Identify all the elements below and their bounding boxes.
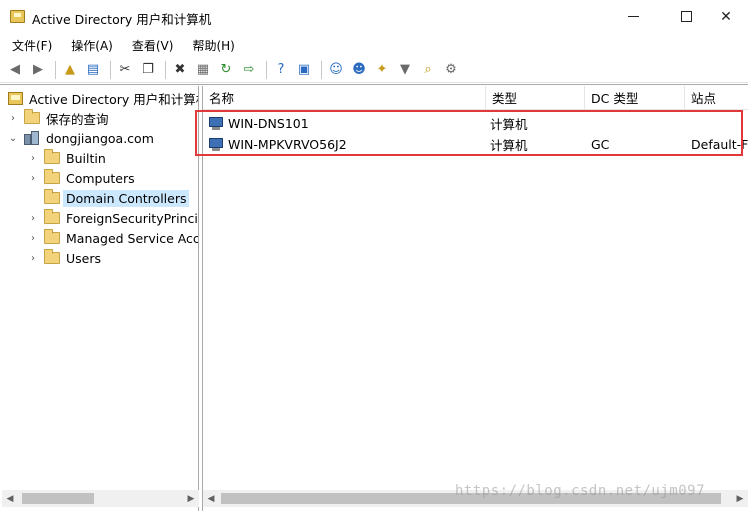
chevron-right-icon[interactable]: › (8, 113, 18, 124)
menu-action[interactable]: 操作(A) (71, 37, 113, 54)
ou-folder-icon (44, 189, 60, 204)
chevron-right-icon[interactable]: › (28, 253, 38, 264)
filter-icon[interactable]: ▼ (395, 60, 415, 80)
back-arrow-icon[interactable]: ◀ (5, 60, 25, 80)
delete-icon[interactable]: ✖ (170, 60, 190, 80)
tree-item-managed-service-accounts[interactable]: › Managed Service Accounts (28, 228, 198, 248)
toolbar: ◀ ▶ ▲ ▤ ✂ ❐ ✖ ▦ ↻ ⇨ ? ▣ ☺ ☻ ✦ ▼ ⌕ ⚙ (0, 57, 748, 83)
chevron-right-icon[interactable]: › (28, 213, 38, 224)
tree-horizontal-scrollbar[interactable]: ◀ ▶ (2, 490, 199, 507)
scrollbar-thumb[interactable] (22, 493, 94, 504)
scroll-left-icon[interactable]: ◀ (203, 490, 219, 507)
refresh-icon[interactable]: ↻ (216, 60, 236, 80)
new-ou-icon[interactable]: ✦ (372, 60, 392, 80)
row-name: WIN-DNS101 (228, 115, 309, 131)
tree-item-label: Managed Service Accounts (66, 230, 198, 246)
scroll-right-icon[interactable]: ▶ (732, 490, 748, 507)
up-folder-icon[interactable]: ▲ (60, 60, 80, 80)
add-group-icon[interactable]: ☻ (349, 60, 369, 80)
chevron-right-icon[interactable]: › (28, 233, 38, 244)
folder-icon (44, 229, 60, 244)
row-type: 计算机 (490, 116, 528, 132)
tree-item-domain[interactable]: ⌄ dongjiangoa.com (8, 128, 154, 148)
add-user-icon[interactable]: ☺ (326, 60, 346, 80)
tree-item-users[interactable]: › Users (28, 248, 101, 268)
properties-icon[interactable]: ▦ (193, 60, 213, 80)
watermark: https://blog.csdn.net/ujm097 (455, 483, 706, 499)
tree-root[interactable]: Active Directory 用户和计算机 (8, 88, 199, 108)
toolbar-separator (165, 60, 166, 79)
tree-item-label: dongjiangoa.com (46, 130, 154, 146)
ad-console-icon (8, 91, 23, 105)
window-title: Active Directory 用户和计算机 (32, 12, 212, 27)
tree-item-builtin[interactable]: › Builtin (28, 148, 106, 168)
cut-icon[interactable]: ✂ (115, 60, 135, 80)
computer-icon (208, 137, 224, 151)
table-row[interactable]: WIN-MPKVRVO56J2 计算机 GC Default-First-Sit… (203, 134, 748, 154)
menu-bar: 文件(F) 操作(A) 查看(V) 帮助(H) (0, 34, 748, 56)
scroll-right-icon[interactable]: ▶ (183, 490, 199, 507)
header-divider (203, 109, 748, 110)
chevron-right-icon[interactable]: › (28, 153, 38, 164)
tree-item-computers[interactable]: › Computers (28, 168, 135, 188)
menu-file[interactable]: 文件(F) (12, 37, 52, 54)
close-button[interactable]: ✕ (703, 0, 748, 33)
forward-arrow-icon[interactable]: ▶ (28, 60, 48, 80)
column-header-site[interactable]: 站点 (685, 86, 748, 109)
chevron-right-icon[interactable]: › (28, 173, 38, 184)
row-site: Default-First-Site-Name (691, 136, 748, 152)
menu-view[interactable]: 查看(V) (132, 37, 174, 54)
toolbar-separator (55, 60, 56, 79)
scroll-left-icon[interactable]: ◀ (2, 490, 18, 507)
column-header-type[interactable]: 类型 (486, 86, 585, 109)
chevron-down-icon[interactable]: ⌄ (8, 133, 18, 144)
tree-item-label-selected: Domain Controllers (63, 189, 190, 207)
folder-icon (44, 149, 60, 164)
tree-item-label: ForeignSecurityPrincipals (66, 210, 198, 226)
maximize-icon (680, 11, 692, 22)
app-icon (10, 10, 25, 23)
close-icon: ✕ (720, 8, 732, 25)
export-icon[interactable]: ⇨ (239, 60, 259, 80)
toolbar-separator (266, 60, 267, 79)
column-header-dc-type[interactable]: DC 类型 (585, 86, 685, 109)
tree-item-label: Computers (66, 170, 135, 186)
toolbar-separator (321, 60, 322, 79)
help-icon[interactable]: ? (271, 60, 291, 80)
menu-help[interactable]: 帮助(H) (192, 37, 234, 54)
tree-item-label: Users (66, 250, 102, 266)
tree-item-foreign-security-principals[interactable]: › ForeignSecurityPrincipals (28, 208, 198, 228)
find-icon[interactable]: ⌕ (418, 60, 438, 80)
folder-icon (24, 109, 40, 124)
minimize-button[interactable] (610, 0, 656, 33)
show-pane-icon[interactable]: ▤ (83, 60, 103, 80)
domain-icon (24, 131, 40, 145)
folder-icon (44, 209, 60, 224)
tree-item-label: Builtin (66, 150, 106, 166)
tree-item-label: 保存的查询 (46, 111, 109, 127)
row-dc-type: GC (591, 136, 610, 152)
add-to-group-icon[interactable]: ⚙ (441, 60, 461, 80)
toolbar-separator (110, 60, 111, 79)
tree-pane: Active Directory 用户和计算机 › 保存的查询 ⌄ dongji… (2, 86, 199, 511)
table-row[interactable]: WIN-DNS101 计算机 (203, 113, 748, 133)
console-icon[interactable]: ▣ (294, 60, 314, 80)
copy-icon[interactable]: ❐ (138, 60, 158, 80)
computer-icon (208, 116, 224, 130)
tree-item-saved-queries[interactable]: › 保存的查询 (8, 108, 109, 128)
folder-icon (44, 249, 60, 264)
title-bar: Active Directory 用户和计算机 ✕ (0, 0, 748, 34)
row-type: 计算机 (490, 137, 528, 153)
list-pane: 名称 类型 DC 类型 站点 WIN-DNS101 计算机 WIN-MPKVRV… (202, 86, 748, 511)
tree-root-label: Active Directory 用户和计算机 (29, 91, 199, 107)
minimize-icon (627, 16, 639, 17)
folder-icon (44, 169, 60, 184)
pane-divider (0, 84, 748, 85)
column-header-name[interactable]: 名称 (203, 86, 486, 109)
row-name: WIN-MPKVRVO56J2 (228, 136, 347, 152)
tree-item-domain-controllers[interactable]: Domain Controllers (28, 188, 190, 208)
